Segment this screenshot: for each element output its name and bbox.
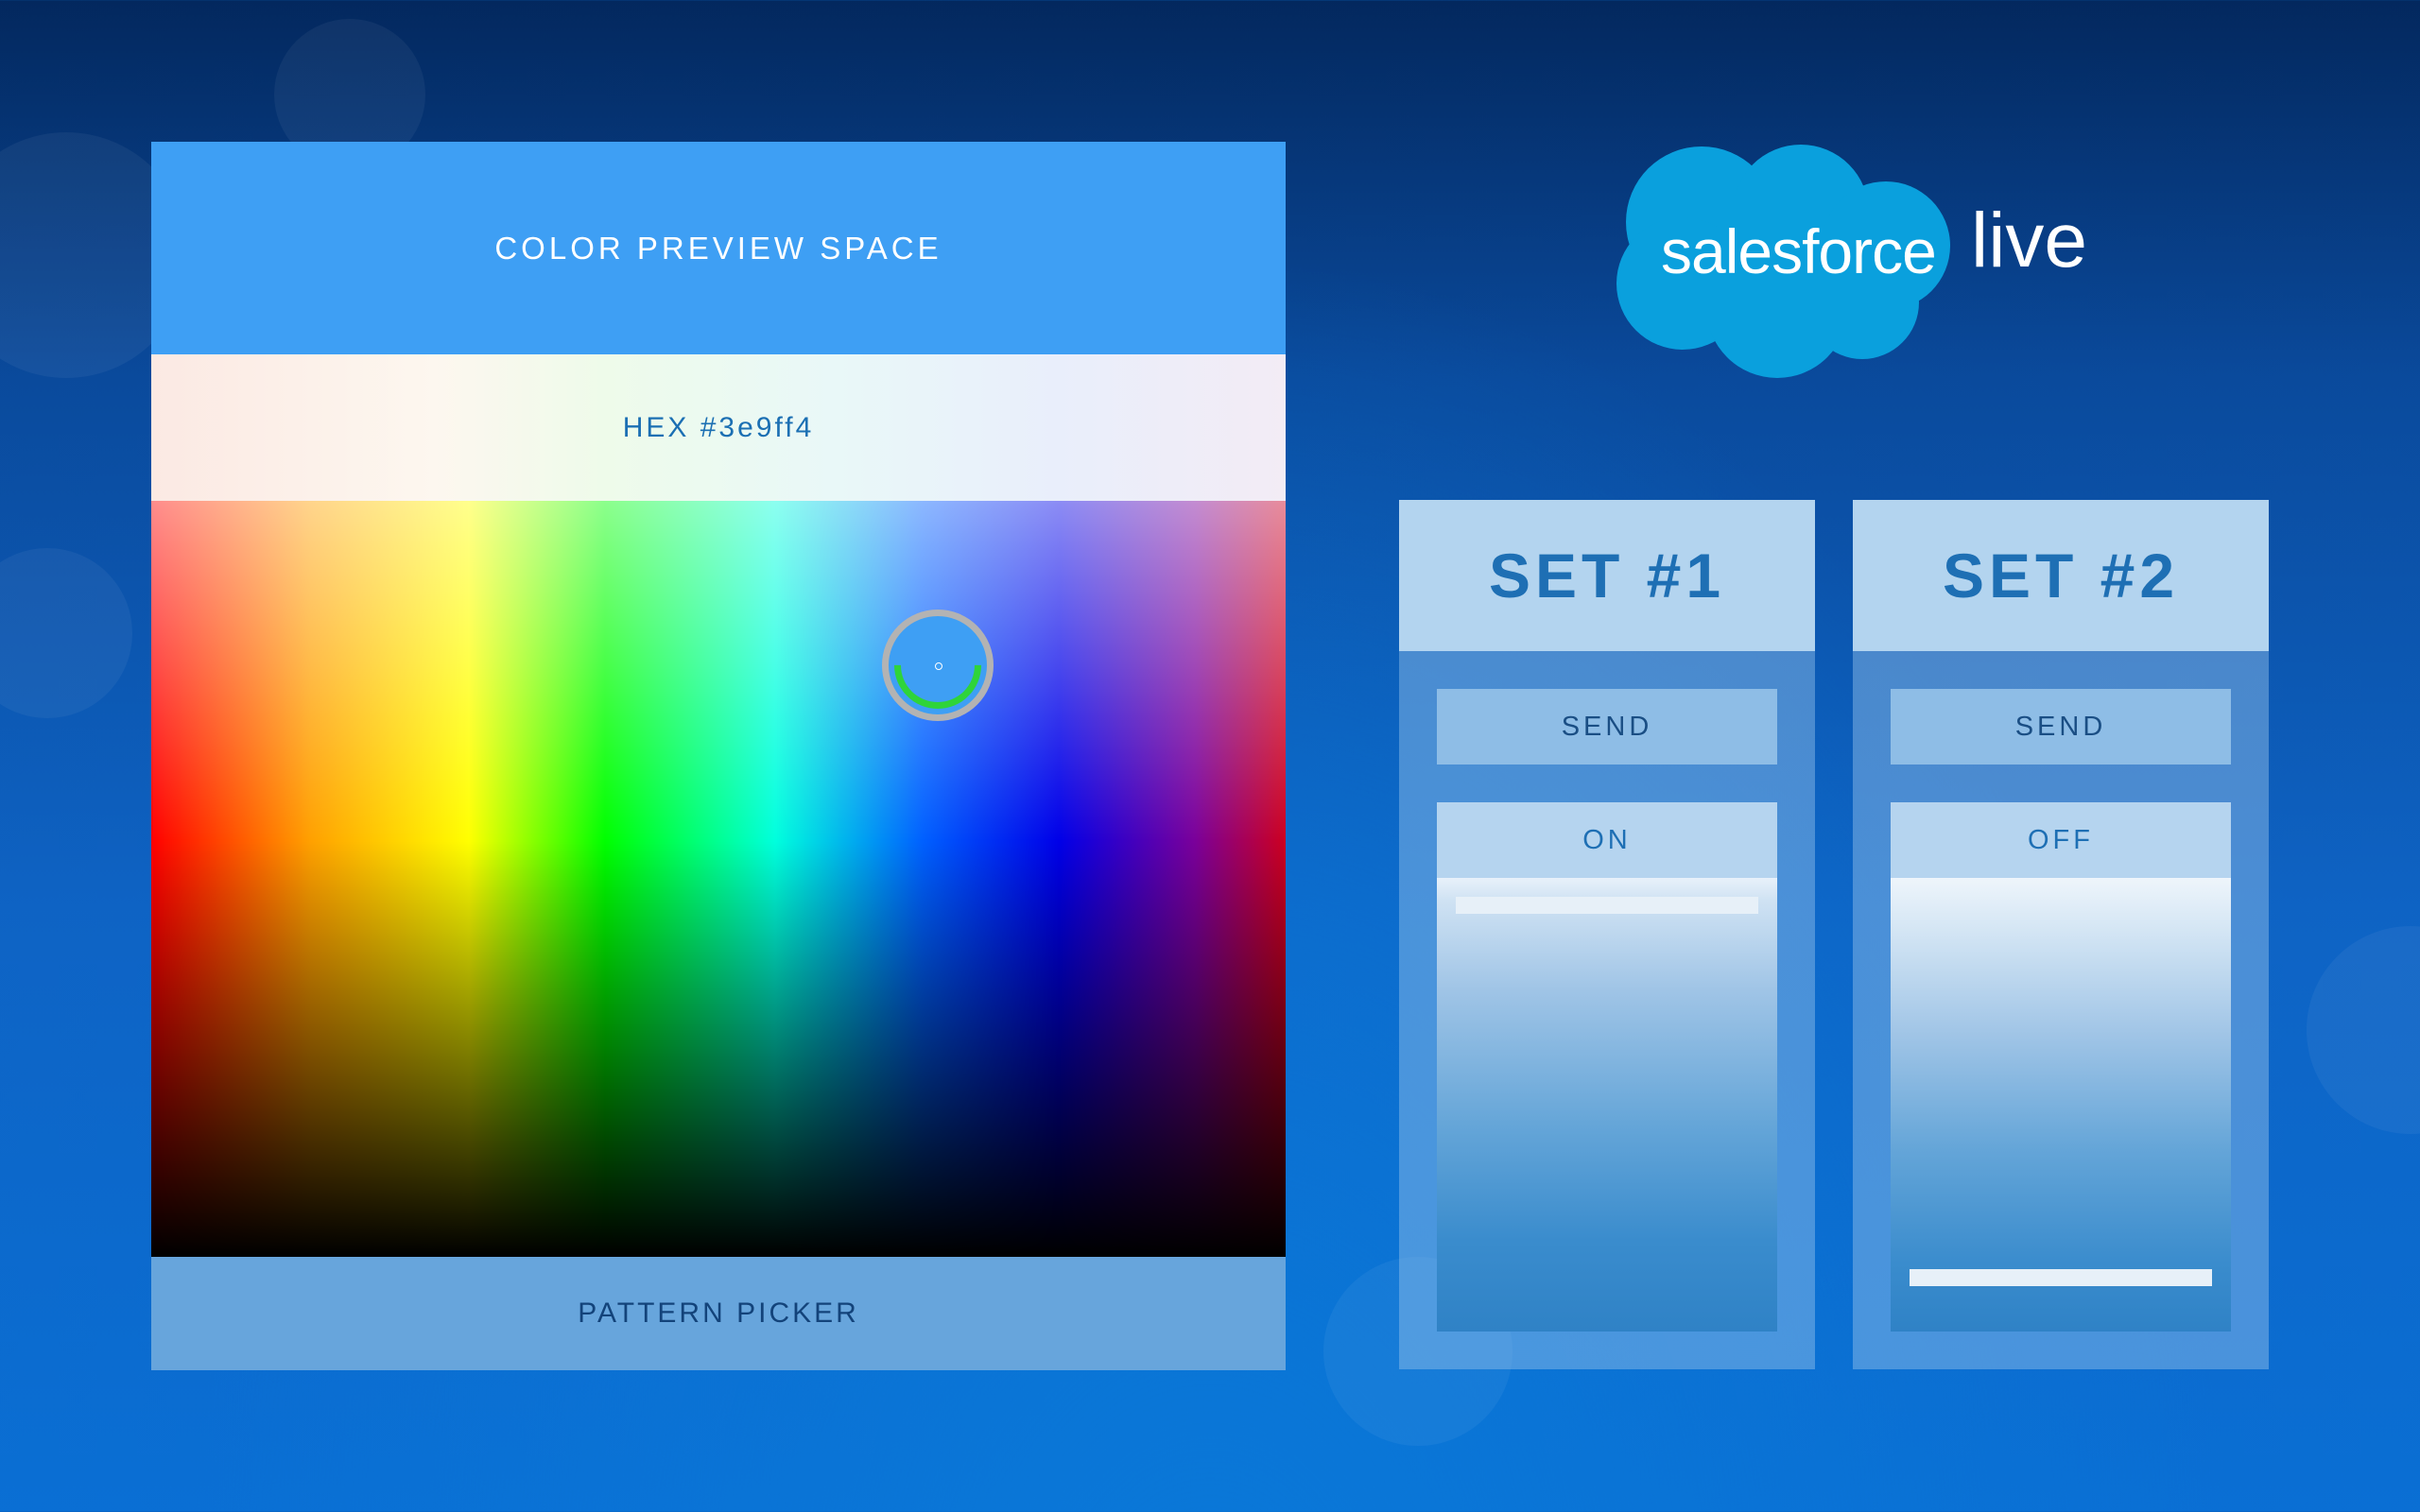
set-2-send-button[interactable]: SEND bbox=[1891, 689, 2231, 765]
salesforce-live-logo: salesforce live bbox=[1612, 142, 2103, 383]
set-panel-2: SET #2 SEND OFF bbox=[1853, 500, 2269, 1369]
background-bokeh bbox=[2307, 926, 2420, 1134]
set-1-level-handle[interactable] bbox=[1456, 897, 1758, 914]
set-1-title: SET #1 bbox=[1399, 500, 1815, 651]
hex-value-bar: HEX #3e9ff4 bbox=[151, 354, 1286, 501]
set-2-level-handle[interactable] bbox=[1910, 1269, 2212, 1286]
background-bokeh bbox=[0, 548, 132, 718]
color-spectrum[interactable] bbox=[151, 501, 1286, 1257]
color-preview-space: COLOR PREVIEW SPACE bbox=[151, 142, 1286, 354]
set-1-level-slider[interactable] bbox=[1437, 878, 1777, 1332]
live-wordmark: live bbox=[1971, 198, 2088, 284]
set-2-state-toggle[interactable]: OFF bbox=[1891, 802, 2231, 878]
set-panel-1: SET #1 SEND ON bbox=[1399, 500, 1815, 1369]
hex-value-label: HEX #3e9ff4 bbox=[622, 411, 815, 443]
send-label: SEND bbox=[1561, 711, 1653, 742]
set-1-state-toggle[interactable]: ON bbox=[1437, 802, 1777, 878]
send-label: SEND bbox=[2014, 711, 2107, 742]
color-picker-panel: COLOR PREVIEW SPACE HEX #3e9ff4 PATTERN … bbox=[151, 142, 1286, 1370]
state-label: ON bbox=[1582, 824, 1632, 855]
set-2-level-slider[interactable] bbox=[1891, 878, 2231, 1332]
pattern-picker-button[interactable]: PATTERN PICKER bbox=[151, 1257, 1286, 1370]
pattern-picker-label: PATTERN PICKER bbox=[578, 1297, 859, 1329]
color-selector-handle[interactable] bbox=[875, 603, 1000, 728]
color-preview-label: COLOR PREVIEW SPACE bbox=[494, 230, 942, 266]
set-1-send-button[interactable]: SEND bbox=[1437, 689, 1777, 765]
set-2-title: SET #2 bbox=[1853, 500, 2269, 651]
state-label: OFF bbox=[2028, 824, 2094, 855]
brand-wordmark: salesforce bbox=[1661, 216, 1937, 286]
handle-center-dot bbox=[935, 662, 942, 670]
